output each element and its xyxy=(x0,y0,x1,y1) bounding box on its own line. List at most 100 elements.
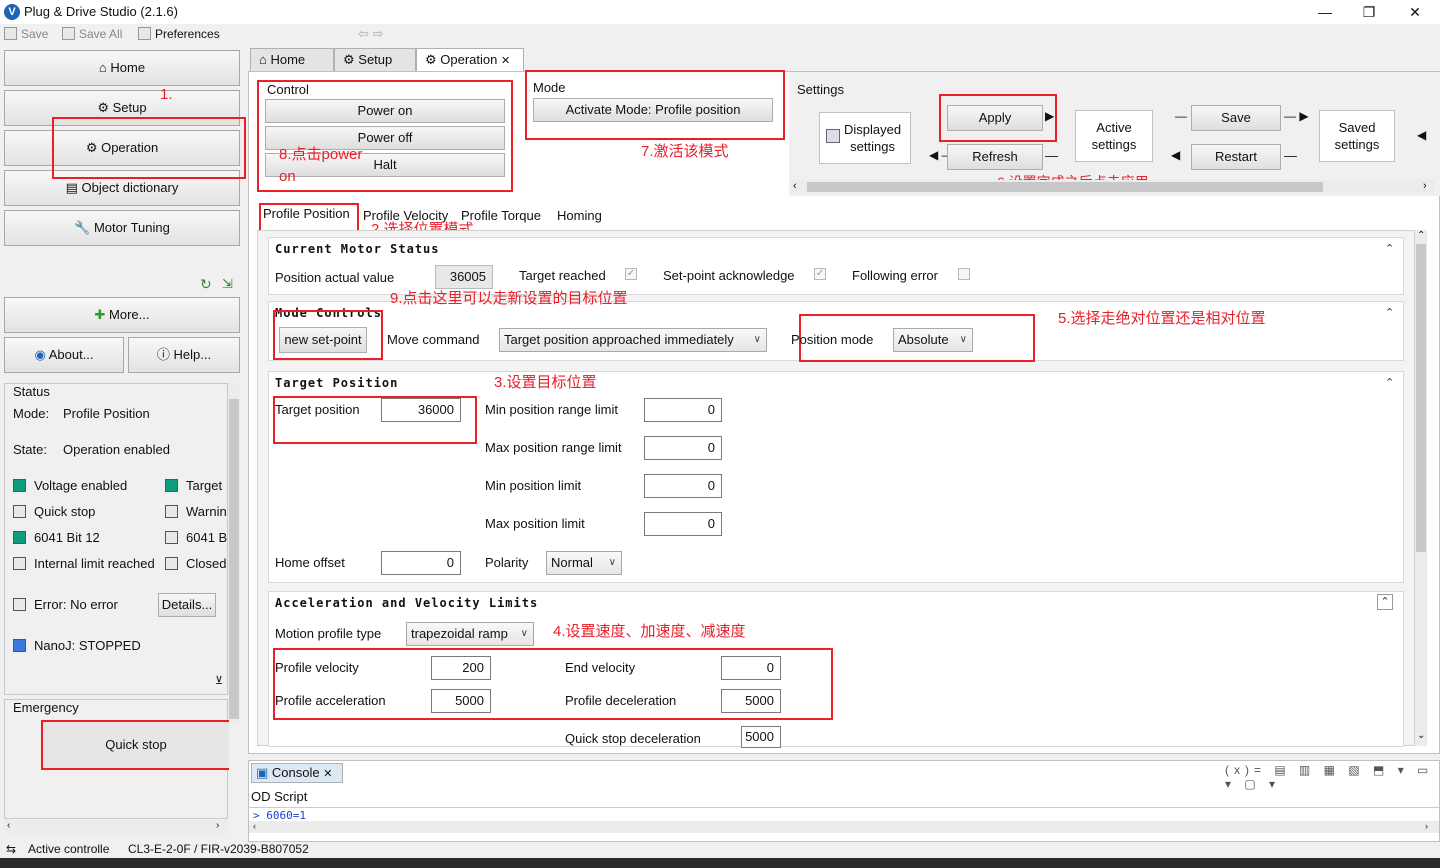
profile-deceleration-input[interactable]: 5000 xyxy=(721,689,781,713)
setup-icon: ⚙ xyxy=(343,52,359,67)
min-limit-input[interactable]: 0 xyxy=(644,474,722,498)
console-tab[interactable]: ▣ Console ✕ xyxy=(251,763,343,783)
indicator-internal-limit: Internal limit reached xyxy=(13,556,155,571)
save-all-button[interactable]: Save All xyxy=(62,27,122,41)
undo-redo-icon[interactable]: ⇦ ⇨ xyxy=(358,26,383,42)
polarity-select[interactable]: Normal ∨ xyxy=(546,551,622,575)
subtab-profile-position[interactable]: Profile Position xyxy=(263,206,350,221)
more-button[interactable]: ✚ More... xyxy=(4,297,240,333)
collapse-icon[interactable]: ⌃ xyxy=(1385,376,1394,389)
settings-hscrollbar[interactable]: ‹ › xyxy=(791,180,1435,194)
close-button[interactable]: ✕ xyxy=(1400,2,1430,22)
state-value: Operation enabled xyxy=(63,442,170,457)
annotation-7: 7.激活该模式 xyxy=(641,143,729,160)
console-toolbar-icons[interactable]: (x)= ▤ ▥ ▦ ▧ ⬒ ▾ ▭ ▾ ▢ ▾ xyxy=(1225,763,1439,791)
nanoj-status: NanoJ: STOPPED xyxy=(13,638,141,653)
nav-home-button[interactable]: ⌂ Home xyxy=(4,50,240,86)
motor-status-header: Current Motor Status xyxy=(275,242,440,256)
refresh-icon[interactable]: ↻ xyxy=(200,276,212,293)
home-icon: ⌂ xyxy=(259,52,271,67)
minimize-button[interactable]: — xyxy=(1310,2,1340,22)
about-button[interactable]: ◉ About... xyxy=(4,337,124,373)
console-hscrollbar[interactable]: ‹ › xyxy=(249,821,1439,833)
indicator-target: Target xyxy=(165,478,229,493)
status-bar: ⇆ Active controlle CL3-E-2-0F / FIR-v203… xyxy=(0,842,1440,858)
save-button[interactable]: Save xyxy=(4,27,48,41)
end-velocity-label: End velocity xyxy=(565,660,636,675)
quick-stop-button[interactable]: Quick stop xyxy=(41,720,229,770)
profile-acceleration-input[interactable]: 5000 xyxy=(431,689,491,713)
indicator-warning: Warnin xyxy=(165,504,229,519)
indicator-6041b: 6041 B xyxy=(165,530,229,545)
maximize-button[interactable]: ❐ xyxy=(1354,2,1384,22)
move-command-select[interactable]: Target position approached immediately ∨ xyxy=(499,328,767,352)
chevron-down-icon: ∨ xyxy=(608,557,616,568)
chevron-down-icon: ∨ xyxy=(959,334,967,345)
max-limit-input[interactable]: 0 xyxy=(644,512,722,536)
status-group: Status Mode: Profile Position State: Ope… xyxy=(4,383,228,695)
active-settings-box[interactable]: Active settings xyxy=(1075,110,1153,162)
acceleration-section: Acceleration and Velocity Limits ⌃ Motio… xyxy=(268,591,1404,748)
taskbar xyxy=(0,858,1440,868)
main-scrollbar[interactable]: ⌃ ⌄ xyxy=(1415,230,1427,746)
tab-setup[interactable]: ⚙ Setup xyxy=(334,48,416,72)
expand-icon[interactable]: ⊻ xyxy=(215,674,223,687)
indicator-quick-stop: Quick stop xyxy=(13,504,95,519)
profile-position-panel: Current Motor Status ⌃ Position actual v… xyxy=(257,230,1415,748)
target-position-input[interactable]: 36000 xyxy=(381,398,461,422)
apply-button[interactable]: Apply xyxy=(947,105,1043,131)
min-range-label: Min position range limit xyxy=(485,402,618,417)
end-velocity-input[interactable]: 0 xyxy=(721,656,781,680)
tab-close-icon[interactable]: ✕ xyxy=(323,768,332,780)
move-command-label: Move command xyxy=(387,332,480,347)
toolbar: Save Save All Preferences ⇦ ⇨ xyxy=(0,24,1440,46)
arrow-right-icon: ▶ xyxy=(1045,109,1055,123)
quick-stop-decel-input[interactable]: 5000 xyxy=(741,726,781,748)
motion-profile-select[interactable]: trapezoidal ramp ∨ xyxy=(406,622,534,646)
tab-operation[interactable]: ⚙ Operation ✕ xyxy=(416,48,524,72)
left-hscrollbar[interactable]: ‹ › xyxy=(4,820,228,834)
collapse-icon[interactable]: ⌃ xyxy=(1385,242,1394,255)
tab-home[interactable]: ⌂ Home xyxy=(250,48,334,72)
max-range-input[interactable]: 0 xyxy=(644,436,722,460)
displayed-settings-box[interactable]: Displayed settings xyxy=(819,112,911,164)
home-offset-label: Home offset xyxy=(275,555,345,570)
saved-settings-box[interactable]: Saved settings xyxy=(1319,110,1395,162)
annotation-5: 5.选择走绝对位置还是相对位置 xyxy=(1058,310,1266,327)
position-mode-select[interactable]: Absolute ∨ xyxy=(893,328,973,352)
power-on-button[interactable]: Power on xyxy=(265,99,505,123)
status-header: Status xyxy=(13,384,50,399)
activate-mode-button[interactable]: Activate Mode: Profile position xyxy=(533,98,773,122)
title-bar: V Plug & Drive Studio (2.1.6) — ❐ ✕ xyxy=(0,0,1440,24)
following-error-label: Following error xyxy=(852,268,938,283)
refresh-button[interactable]: Refresh xyxy=(947,144,1043,170)
subtab-homing[interactable]: Homing xyxy=(557,208,602,223)
annotation-4: 4.设置速度、加速度、减速度 xyxy=(553,623,746,640)
collapse-icon[interactable]: ⌃ xyxy=(1385,306,1394,319)
wrench-icon: 🔧 xyxy=(74,220,94,235)
details-button[interactable]: Details... xyxy=(158,593,216,617)
profile-velocity-input[interactable]: 200 xyxy=(431,656,491,680)
tab-close-icon[interactable]: ✕ xyxy=(501,55,510,67)
control-group: Control Power on Power off Halt 8.点击powe… xyxy=(257,80,513,192)
indicator-closed: Closed xyxy=(165,556,229,571)
arrow-right-icon: — ▶ xyxy=(1284,109,1309,123)
restart-button[interactable]: Restart xyxy=(1191,144,1281,170)
annotation-1: 1. xyxy=(160,86,173,103)
device-id: CL3-E-2-0F / FIR-v2039-B807052 xyxy=(128,842,309,856)
chevron-down-icon: ∨ xyxy=(753,334,761,345)
emergency-header: Emergency xyxy=(13,700,79,715)
state-label: State: xyxy=(13,442,47,457)
help-button[interactable]: ⓘ Help... xyxy=(128,337,240,373)
left-scrollbar[interactable] xyxy=(228,383,240,723)
save-settings-button[interactable]: Save xyxy=(1191,105,1281,131)
max-range-label: Max position range limit xyxy=(485,440,622,455)
nav-motor-tuning-button[interactable]: 🔧 Motor Tuning xyxy=(4,210,240,246)
collapse-icon[interactable]: ⌃ xyxy=(1377,594,1393,610)
quick-stop-decel-label: Quick stop deceleration xyxy=(565,731,701,746)
home-offset-input[interactable]: 0 xyxy=(381,551,461,575)
new-setpoint-button[interactable]: new set-point xyxy=(279,327,367,353)
preferences-button[interactable]: Preferences xyxy=(138,27,220,41)
export-icon[interactable]: ⇲ xyxy=(222,276,233,292)
min-range-input[interactable]: 0 xyxy=(644,398,722,422)
